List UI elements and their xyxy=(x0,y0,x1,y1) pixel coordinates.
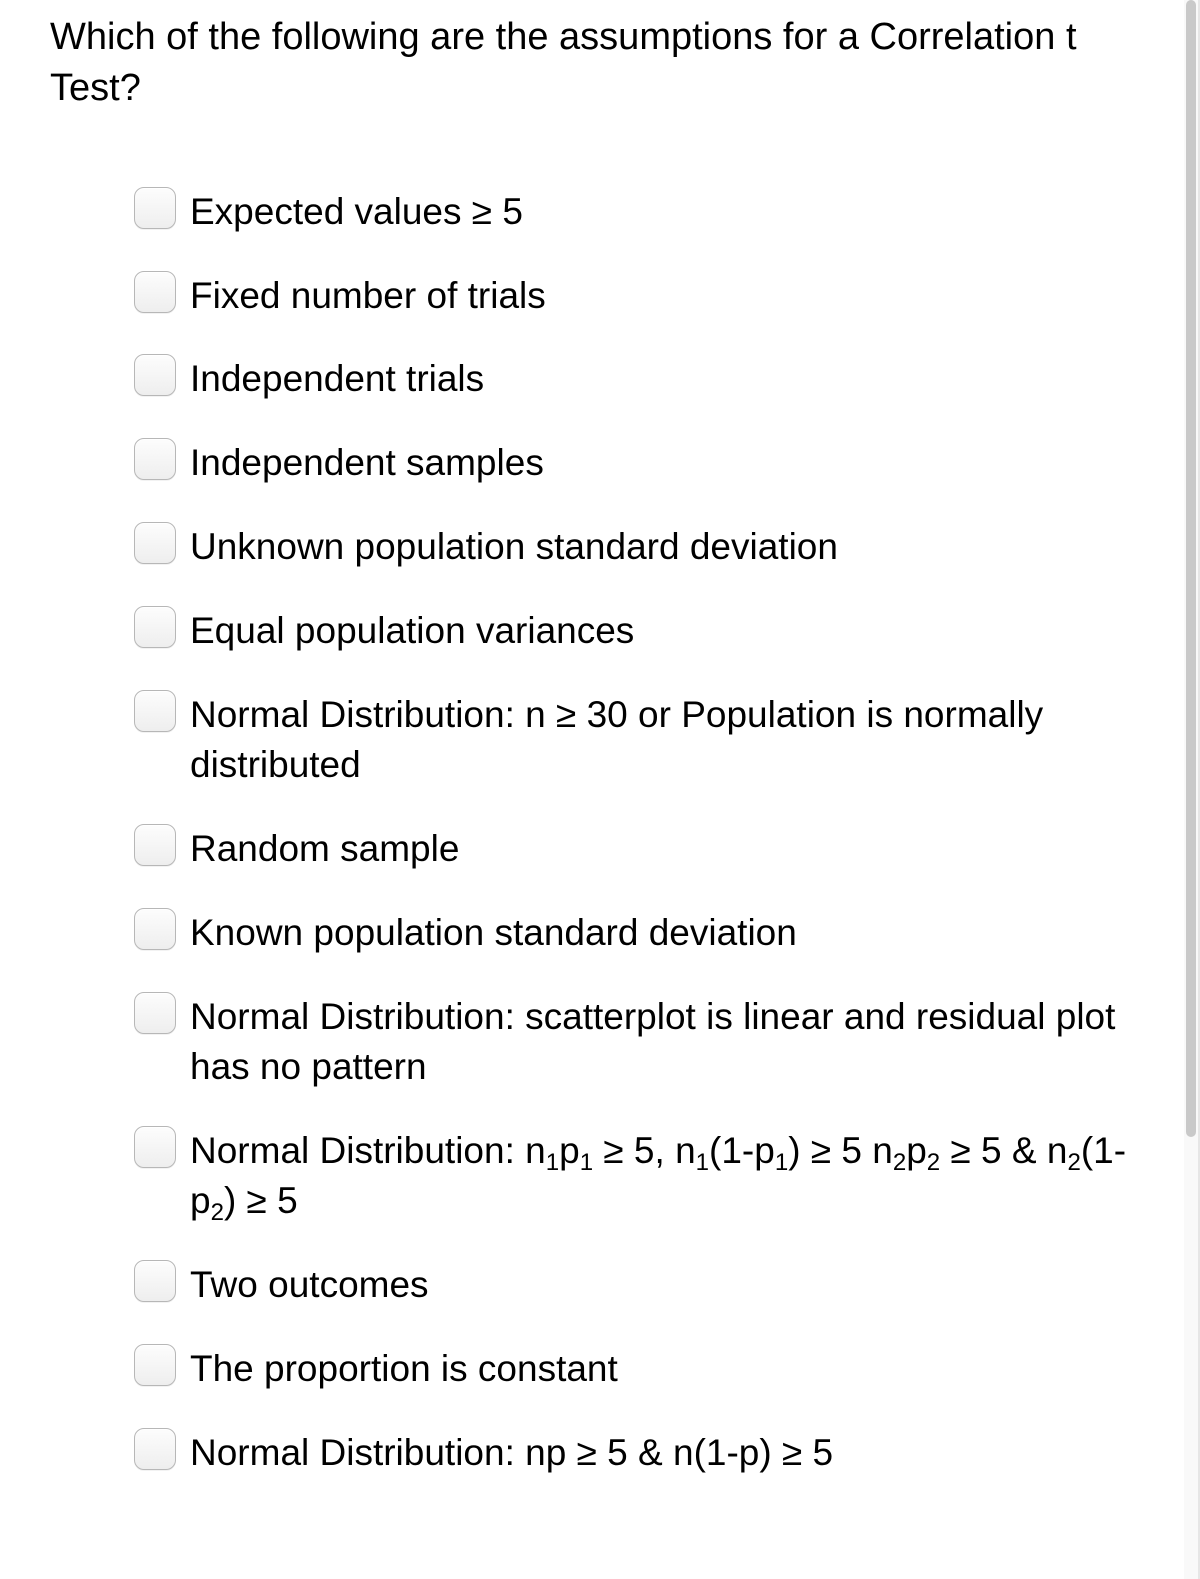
question-panel: Which of the following are the assumptio… xyxy=(0,0,1200,1579)
opt-random-sample-label: Random sample xyxy=(190,822,459,874)
opt-equal-variances-checkbox[interactable] xyxy=(134,606,176,648)
option-row: Normal Distribution: scatterplot is line… xyxy=(130,990,1148,1092)
option-row: Independent trials xyxy=(130,352,1148,404)
opt-fixed-trials-checkbox[interactable] xyxy=(134,271,176,313)
opt-random-sample-checkbox[interactable] xyxy=(134,824,176,866)
opt-normal-scatter-label: Normal Distribution: scatterplot is line… xyxy=(190,990,1148,1092)
opt-normal-n30-label: Normal Distribution: n ≥ 30 or Populatio… xyxy=(190,688,1148,790)
scrollbar-track[interactable] xyxy=(1184,0,1198,1579)
option-row: Expected values ≥ 5 xyxy=(130,185,1148,237)
opt-normal-n1p1-checkbox[interactable] xyxy=(134,1126,176,1168)
option-row: Known population standard deviation xyxy=(130,906,1148,958)
opt-normal-np-label: Normal Distribution: np ≥ 5 & n(1-p) ≥ 5 xyxy=(190,1426,833,1478)
option-row: Fixed number of trials xyxy=(130,269,1148,321)
options-list: Expected values ≥ 5 Fixed number of trial… xyxy=(50,185,1148,1478)
opt-normal-n1p1-label: Normal Distribution: n1p1 ≥ 5, n1(1-p1) … xyxy=(190,1124,1148,1226)
opt-expected-values-checkbox[interactable] xyxy=(134,187,176,229)
opt-equal-variances-label: Equal population variances xyxy=(190,604,634,656)
opt-two-outcomes-checkbox[interactable] xyxy=(134,1260,176,1302)
opt-unknown-sigma-checkbox[interactable] xyxy=(134,522,176,564)
option-row: Independent samples xyxy=(130,436,1148,488)
option-row: Normal Distribution: np ≥ 5 & n(1-p) ≥ 5 xyxy=(130,1426,1148,1478)
question-text: Which of the following are the assumptio… xyxy=(50,12,1148,115)
opt-known-sigma-label: Known population standard deviation xyxy=(190,906,797,958)
opt-independent-samples-label: Independent samples xyxy=(190,436,544,488)
option-row: Normal Distribution: n ≥ 30 or Populatio… xyxy=(130,688,1148,790)
option-row: Two outcomes xyxy=(130,1258,1148,1310)
opt-two-outcomes-label: Two outcomes xyxy=(190,1258,429,1310)
opt-independent-trials-label: Independent trials xyxy=(190,352,484,404)
opt-proportion-constant-checkbox[interactable] xyxy=(134,1344,176,1386)
option-row: Equal population variances xyxy=(130,604,1148,656)
scrollbar-thumb[interactable] xyxy=(1186,0,1196,1137)
option-row: The proportion is constant xyxy=(130,1342,1148,1394)
opt-normal-scatter-checkbox[interactable] xyxy=(134,992,176,1034)
opt-normal-np-checkbox[interactable] xyxy=(134,1428,176,1470)
opt-normal-n30-checkbox[interactable] xyxy=(134,690,176,732)
opt-independent-samples-checkbox[interactable] xyxy=(134,438,176,480)
opt-unknown-sigma-label: Unknown population standard deviation xyxy=(190,520,838,572)
option-row: Normal Distribution: n1p1 ≥ 5, n1(1-p1) … xyxy=(130,1124,1148,1226)
opt-independent-trials-checkbox[interactable] xyxy=(134,354,176,396)
option-row: Random sample xyxy=(130,822,1148,874)
option-row: Unknown population standard deviation xyxy=(130,520,1148,572)
opt-expected-values-label: Expected values ≥ 5 xyxy=(190,185,523,237)
opt-known-sigma-checkbox[interactable] xyxy=(134,908,176,950)
opt-proportion-constant-label: The proportion is constant xyxy=(190,1342,618,1394)
opt-fixed-trials-label: Fixed number of trials xyxy=(190,269,546,321)
